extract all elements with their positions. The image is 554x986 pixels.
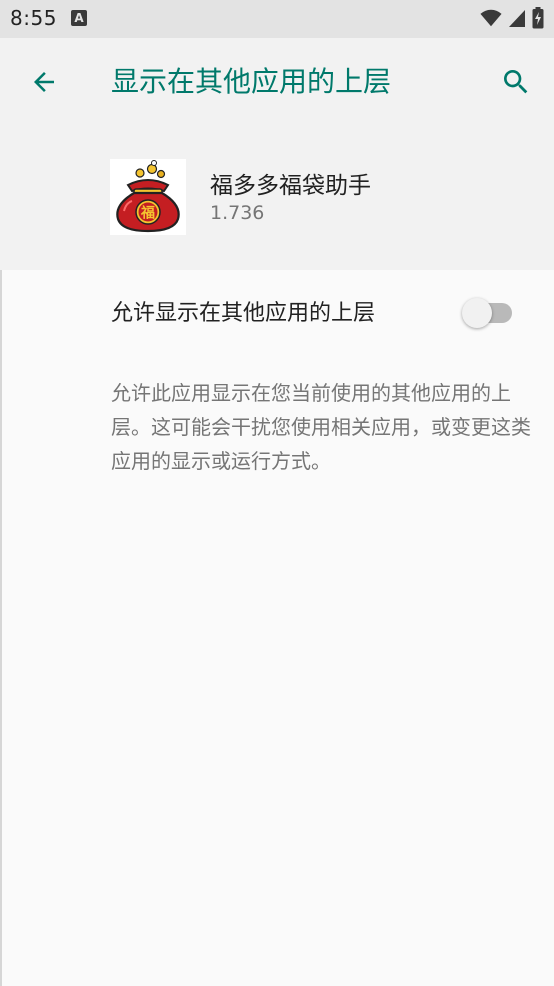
app-icon: 福 xyxy=(110,159,186,235)
back-button[interactable] xyxy=(24,62,64,102)
header: 显示在其他应用的上层 福 福多多福袋助手 1.736 xyxy=(0,38,554,270)
search-button[interactable] xyxy=(496,62,536,102)
setting-description: 允许此应用显示在您当前使用的其他应用的上层。这可能会干扰您使用相关应用，或变更这… xyxy=(111,381,531,473)
notification-a-icon: A xyxy=(71,10,87,26)
allow-overlay-setting-row[interactable]: 允许显示在其他应用的上层 xyxy=(0,270,554,356)
app-icon-character: 福 xyxy=(140,205,155,222)
status-time: 8:55 xyxy=(10,6,57,30)
lucky-bag-icon: 福 xyxy=(116,160,180,233)
status-bar: 8:55 A xyxy=(0,0,554,38)
switch-thumb xyxy=(462,298,492,328)
arrow-left-icon xyxy=(34,72,54,92)
app-version: 1.736 xyxy=(210,202,265,224)
battery-charging-icon xyxy=(532,7,544,29)
cell-signal-icon xyxy=(509,10,525,27)
search-icon xyxy=(504,70,528,94)
page-title: 显示在其他应用的上层 xyxy=(111,65,392,98)
wifi-icon xyxy=(480,9,502,27)
allow-overlay-label: 允许显示在其他应用的上层 xyxy=(111,301,376,326)
app-name: 福多多福袋助手 xyxy=(210,173,371,199)
status-icons xyxy=(480,7,544,29)
allow-overlay-switch[interactable] xyxy=(462,298,514,328)
